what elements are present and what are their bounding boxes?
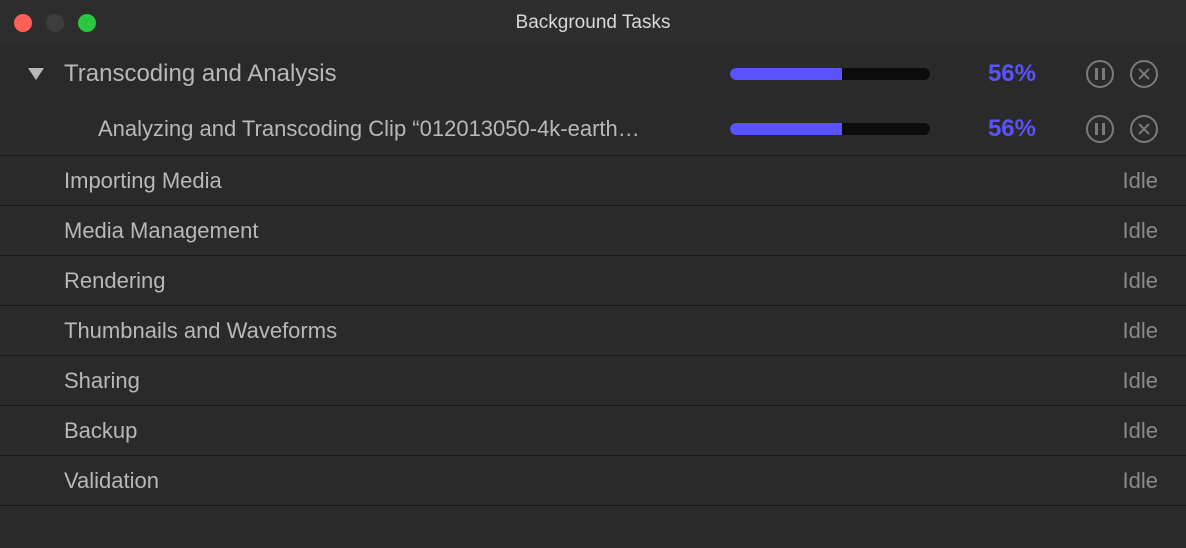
task-controls bbox=[1086, 115, 1158, 143]
task-status: Idle bbox=[1123, 318, 1158, 344]
task-label: Validation bbox=[64, 468, 1123, 494]
task-label: Media Management bbox=[64, 218, 1123, 244]
pause-button[interactable] bbox=[1086, 60, 1114, 88]
close-icon bbox=[1138, 68, 1150, 80]
progress-percent: 56% bbox=[964, 60, 1036, 88]
pause-button[interactable] bbox=[1086, 115, 1114, 143]
task-row[interactable]: Media ManagementIdle bbox=[0, 206, 1186, 256]
task-status: Idle bbox=[1123, 468, 1158, 494]
traffic-lights bbox=[14, 14, 96, 32]
task-row-transcoding-child[interactable]: Analyzing and Transcoding Clip “01201305… bbox=[0, 102, 1186, 156]
task-label: Backup bbox=[64, 418, 1123, 444]
disclosure-triangle-icon[interactable] bbox=[28, 68, 64, 80]
titlebar[interactable]: Background Tasks bbox=[0, 0, 1186, 46]
task-row[interactable]: RenderingIdle bbox=[0, 256, 1186, 306]
progress-percent: 56% bbox=[964, 115, 1036, 143]
zoom-window-button[interactable] bbox=[78, 14, 96, 32]
task-row[interactable]: Thumbnails and WaveformsIdle bbox=[0, 306, 1186, 356]
cancel-button[interactable] bbox=[1130, 115, 1158, 143]
cancel-button[interactable] bbox=[1130, 60, 1158, 88]
progress-section: 56% bbox=[730, 60, 1158, 88]
task-row-transcoding[interactable]: Transcoding and Analysis 56% bbox=[0, 46, 1186, 102]
task-row[interactable]: Importing MediaIdle bbox=[0, 156, 1186, 206]
pause-icon bbox=[1095, 68, 1105, 80]
progress-bar bbox=[730, 123, 930, 135]
task-status: Idle bbox=[1123, 368, 1158, 394]
task-label: Sharing bbox=[64, 368, 1123, 394]
task-label: Importing Media bbox=[64, 168, 1123, 194]
minimize-window-button[interactable] bbox=[46, 14, 64, 32]
progress-fill bbox=[730, 123, 842, 135]
background-tasks-window: Background Tasks Transcoding and Analysi… bbox=[0, 0, 1186, 548]
progress-section: 56% bbox=[730, 115, 1158, 143]
task-status: Idle bbox=[1123, 218, 1158, 244]
task-row[interactable]: BackupIdle bbox=[0, 406, 1186, 456]
task-list: Transcoding and Analysis 56% Analyzin bbox=[0, 46, 1186, 548]
close-icon bbox=[1138, 123, 1150, 135]
task-label: Thumbnails and Waveforms bbox=[64, 318, 1123, 344]
close-window-button[interactable] bbox=[14, 14, 32, 32]
window-title: Background Tasks bbox=[516, 12, 671, 34]
task-status: Idle bbox=[1123, 418, 1158, 444]
task-status: Idle bbox=[1123, 268, 1158, 294]
task-row[interactable]: ValidationIdle bbox=[0, 456, 1186, 506]
task-label: Transcoding and Analysis bbox=[64, 60, 730, 88]
task-status: Idle bbox=[1123, 168, 1158, 194]
pause-icon bbox=[1095, 123, 1105, 135]
task-row[interactable]: SharingIdle bbox=[0, 356, 1186, 406]
progress-bar bbox=[730, 68, 930, 80]
task-label: Analyzing and Transcoding Clip “01201305… bbox=[98, 116, 730, 142]
progress-fill bbox=[730, 68, 842, 80]
task-label: Rendering bbox=[64, 268, 1123, 294]
task-controls bbox=[1086, 60, 1158, 88]
